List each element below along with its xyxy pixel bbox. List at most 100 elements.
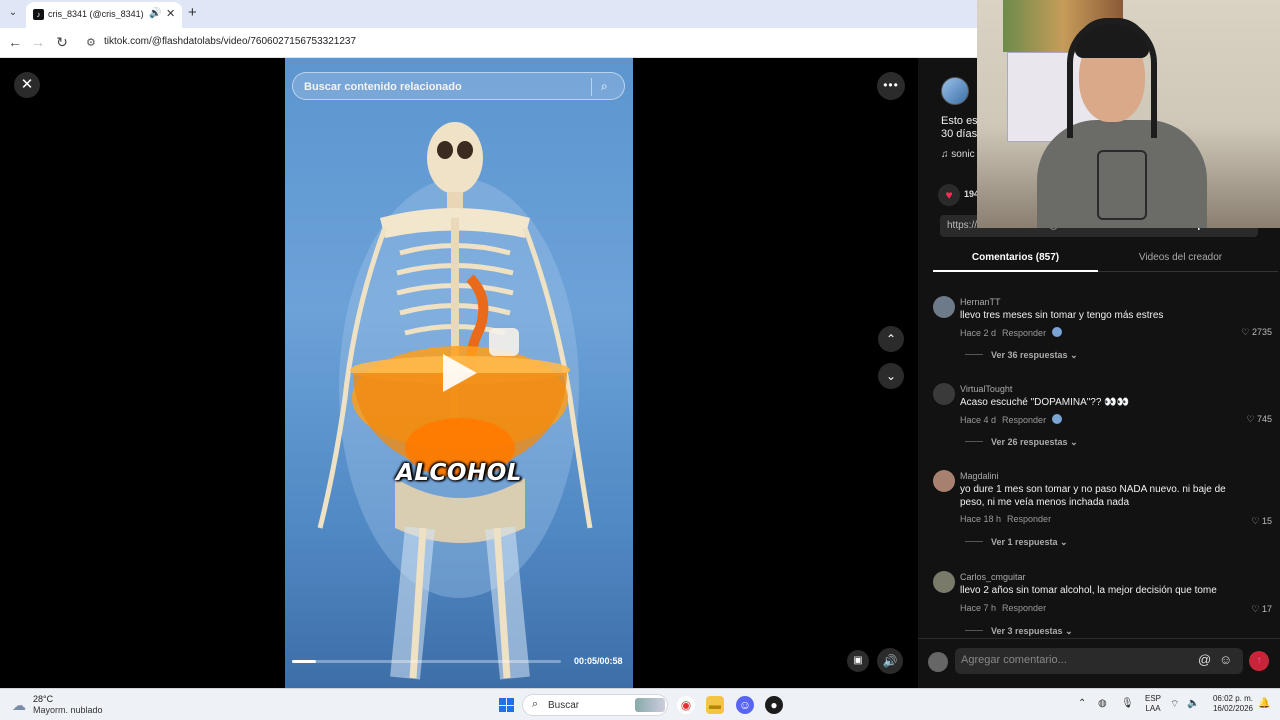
- discord-icon[interactable]: ☺: [736, 696, 754, 714]
- search-divider: [591, 78, 592, 96]
- video-progress-bar[interactable]: [292, 660, 561, 663]
- comment-text: llevo 2 años sin tomar alcohol, la mejor…: [960, 585, 1217, 596]
- view-replies-label: Ver 36 respuestas: [991, 350, 1068, 360]
- comment-likes[interactable]: ♡ 745: [1246, 414, 1272, 425]
- windows-start-icon[interactable]: [499, 698, 514, 712]
- comment-username[interactable]: VirtualTought: [960, 384, 1012, 394]
- language-layout: LAA: [1145, 704, 1161, 713]
- weather-description[interactable]: Mayorm. nublado: [33, 705, 103, 715]
- emoji-icon[interactable]: ☺: [1219, 652, 1232, 667]
- view-replies-button[interactable]: Ver 36 respuestas ⌄: [965, 350, 1078, 361]
- comment-username[interactable]: Carlos_cmguitar: [960, 572, 1026, 582]
- comment-username[interactable]: HernanTT: [960, 297, 1001, 307]
- comment-meta: Hace 7 h Responder: [960, 603, 1046, 613]
- tab-creator-videos[interactable]: Videos del creador: [1098, 252, 1263, 263]
- description-line-2: 30 días: [941, 128, 978, 140]
- tab-title: cris_8341 (@cris_8341) | TikTok: [48, 9, 146, 19]
- file-explorer-icon[interactable]: ▬: [706, 696, 724, 714]
- comment-likes[interactable]: ♡ 2735: [1241, 327, 1272, 338]
- active-tab-indicator: [933, 270, 1098, 272]
- comment-time: Hace 18 h: [960, 514, 1002, 524]
- tray-chevron-up-icon[interactable]: ⌃: [1078, 698, 1086, 709]
- network-icon[interactable]: ◍: [1098, 698, 1107, 709]
- comment-meta: Hace 2 d Responder: [960, 327, 1063, 338]
- comment-input[interactable]: Agregar comentario... @ ☺: [955, 648, 1243, 674]
- search-icon: ⌕: [532, 698, 539, 710]
- avatar[interactable]: [933, 383, 955, 405]
- comment-text: Acaso escuché "DOPAMINA"?? 👀👀: [960, 397, 1130, 408]
- tab-close-icon[interactable]: ✕: [166, 7, 175, 20]
- obs-icon[interactable]: ●: [765, 696, 783, 714]
- avatar[interactable]: [933, 296, 955, 318]
- comment-like-count: 2735: [1251, 327, 1272, 337]
- send-arrow-icon[interactable]: ↑: [1249, 651, 1269, 671]
- reply-button[interactable]: Responder: [1007, 514, 1051, 524]
- panel-tabs: Comentarios (857) Videos del creador: [933, 244, 1278, 272]
- input-language[interactable]: ESP LAA: [1145, 694, 1161, 714]
- webcam-overlay: [977, 0, 1280, 228]
- search-highlight-image: [635, 698, 665, 712]
- browser-tab-tiktok[interactable]: ♪ cris_8341 (@cris_8341) | TikTok 🔊 ✕: [26, 2, 182, 28]
- view-replies-button[interactable]: Ver 26 respuestas ⌄: [965, 437, 1078, 448]
- back-arrow-icon[interactable]: ←: [6, 34, 24, 50]
- next-video-chevron-down-icon[interactable]: ⌄: [878, 363, 904, 389]
- video-caption-overlay: ALCOHOL: [396, 460, 522, 486]
- taskbar-search[interactable]: ⌕ Buscar: [522, 694, 668, 716]
- comment-likes[interactable]: ♡ 15: [1251, 516, 1272, 527]
- volume-icon[interactable]: 🔊: [877, 648, 903, 674]
- related-search-input[interactable]: Buscar contenido relacionado ⌕: [292, 72, 625, 100]
- music-link[interactable]: ♫ sonic: [941, 149, 975, 160]
- creator-avatar[interactable]: [941, 77, 969, 105]
- comment-item: VirtualTought Acaso escuché "DOPAMINA"??…: [933, 383, 1278, 453]
- comment-username[interactable]: Magdalini: [960, 471, 999, 481]
- reply-button[interactable]: Responder: [1002, 328, 1046, 338]
- mention-icon[interactable]: @: [1198, 652, 1211, 667]
- view-replies-button[interactable]: Ver 3 respuestas ⌄: [965, 626, 1073, 637]
- notification-bell-icon[interactable]: 🔔: [1258, 698, 1270, 709]
- description-line-1: Esto es: [941, 115, 978, 127]
- new-tab-button[interactable]: +: [188, 4, 197, 21]
- windows-taskbar: ☁ 28°C Mayorm. nublado ⌕ Buscar ◉ ▬ ☺ ● …: [0, 688, 1280, 720]
- forward-arrow-icon[interactable]: →: [29, 34, 47, 50]
- tab-audio-icon[interactable]: 🔊: [149, 8, 161, 19]
- tab-comments[interactable]: Comentarios (857): [933, 252, 1098, 263]
- language-code: ESP: [1145, 694, 1162, 703]
- clock-time: 06:02 p. m.: [1212, 694, 1253, 703]
- headphones: [1067, 18, 1157, 138]
- comment-like-count: 745: [1256, 414, 1272, 424]
- chrome-icon[interactable]: ◉: [677, 696, 695, 714]
- reload-icon[interactable]: ↻: [53, 34, 71, 51]
- microphone-icon[interactable]: 🎙: [1121, 698, 1134, 709]
- floating-player-icon[interactable]: ▣: [847, 650, 869, 672]
- comment-text: llevo tres meses sin tomar y tengo más e…: [960, 310, 1164, 321]
- video-progress-fill: [292, 660, 317, 663]
- video-player[interactable]: Buscar contenido relacionado ⌕ ALCOHOL 0…: [285, 58, 633, 688]
- clock-date: 16/02/2026: [1212, 704, 1253, 713]
- like-heart-icon[interactable]: ♥: [938, 184, 960, 206]
- video-stage: ✕ Buscar contenido relacionado ⌕ ALCOHOL…: [0, 58, 918, 688]
- weather-cloud-icon[interactable]: ☁: [12, 697, 26, 714]
- view-replies-button[interactable]: Ver 1 respuesta ⌄: [965, 537, 1068, 548]
- speaker-icon[interactable]: 🔈: [1187, 698, 1199, 709]
- view-replies-label: Ver 3 respuestas: [991, 626, 1063, 636]
- url-field[interactable]: tiktok.com/@flashdatolabs/video/76060271…: [104, 36, 356, 47]
- more-options-button[interactable]: •••: [877, 72, 905, 100]
- taskbar-search-label: Buscar: [548, 700, 580, 711]
- search-icon[interactable]: ⌕: [601, 79, 608, 94]
- reply-button[interactable]: Responder: [1002, 603, 1046, 613]
- comment-item: Carlos_cmguitar llevo 2 años sin tomar a…: [933, 571, 1278, 638]
- previous-video-chevron-up-icon[interactable]: ⌃: [878, 326, 904, 352]
- comment-likes[interactable]: ♡ 17: [1251, 604, 1272, 615]
- avatar[interactable]: [933, 470, 955, 492]
- reply-button[interactable]: Responder: [1002, 415, 1046, 425]
- comment-input-placeholder: Agregar comentario...: [961, 654, 1067, 666]
- tab-list-chevron-icon[interactable]: ⌄: [6, 6, 20, 20]
- site-info-icon[interactable]: ⚙: [86, 36, 96, 49]
- video-time: 00:05/00:58: [574, 656, 623, 666]
- weather-temperature[interactable]: 28°C: [33, 694, 53, 704]
- close-video-button[interactable]: ✕: [14, 72, 40, 98]
- play-icon[interactable]: [443, 354, 477, 392]
- wifi-icon[interactable]: ⌔: [1170, 698, 1179, 711]
- system-clock[interactable]: 06:02 p. m. 16/02/2026: [1209, 694, 1253, 714]
- avatar[interactable]: [933, 571, 955, 593]
